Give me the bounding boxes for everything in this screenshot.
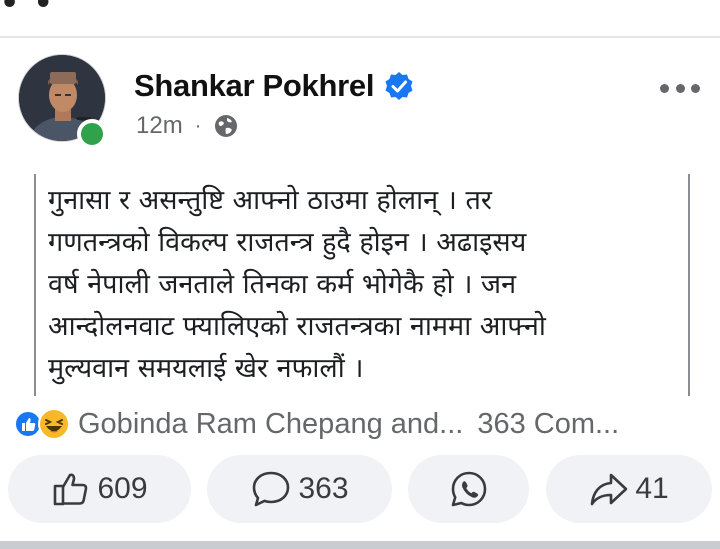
thumbs-up-icon — [54, 473, 88, 506]
more-dot-icon — [675, 83, 685, 93]
share-button[interactable]: 41 — [546, 455, 712, 523]
reaction-icons — [14, 408, 74, 440]
more-options-button[interactable] — [660, 74, 700, 102]
whatsapp-share-button[interactable] — [408, 455, 529, 523]
post-text-line: आन्दोलनवाट फ्यालिएको राजतन्त्रका नाममा आ… — [48, 311, 546, 342]
reaction-names[interactable]: Gobinda Ram Chepang and... — [78, 408, 463, 441]
post-body: गुनासा र असन्तुष्टि आफ्नो ठाउमा होलान् ।… — [48, 180, 684, 390]
share-arrow-icon — [591, 473, 628, 506]
post-text-line: गणतन्त्रको विकल्प राजतन्त्र हुदै होइन । … — [48, 227, 527, 258]
more-dot-icon — [660, 83, 669, 93]
post-timestamp[interactable]: 12m — [136, 112, 183, 140]
comment-count: 363 — [298, 472, 349, 505]
comment-bubble-icon — [253, 471, 290, 507]
verified-badge-icon — [385, 72, 413, 100]
post-text-line: वर्ष नेपाली जनताले तिनका कर्म भोगेकै हो … — [48, 269, 517, 300]
online-status-indicator — [77, 119, 107, 149]
share-count: 41 — [635, 472, 669, 505]
globe-icon — [215, 115, 238, 137]
divider — [0, 541, 720, 549]
top-fragment-text: • • — [0, 0, 55, 21]
more-dot-icon — [691, 83, 700, 93]
reactions-summary[interactable]: Gobinda Ram Chepang and... 363 Com... — [14, 404, 714, 444]
haha-reaction-icon — [38, 408, 70, 440]
meta-separator: · — [194, 114, 202, 137]
post-text-line: गुनासा र असन्तुष्टि आफ्नो ठाउमा होलान् ।… — [48, 185, 492, 216]
post-text-line: मुल्यवान समयलाई खेर नफालौं । — [48, 353, 364, 384]
comments-summary[interactable]: 363 Com... — [477, 408, 619, 441]
top-strip: • • — [0, 0, 720, 36]
author-row: Shankar Pokhrel — [134, 68, 414, 104]
divider — [0, 36, 720, 38]
author-name[interactable]: Shankar Pokhrel — [134, 68, 374, 104]
post-meta: 12m · — [136, 112, 239, 140]
comment-button[interactable]: 363 — [207, 455, 392, 523]
whatsapp-icon — [451, 471, 486, 507]
like-count: 609 — [97, 472, 148, 505]
like-button[interactable]: 609 — [8, 455, 191, 523]
